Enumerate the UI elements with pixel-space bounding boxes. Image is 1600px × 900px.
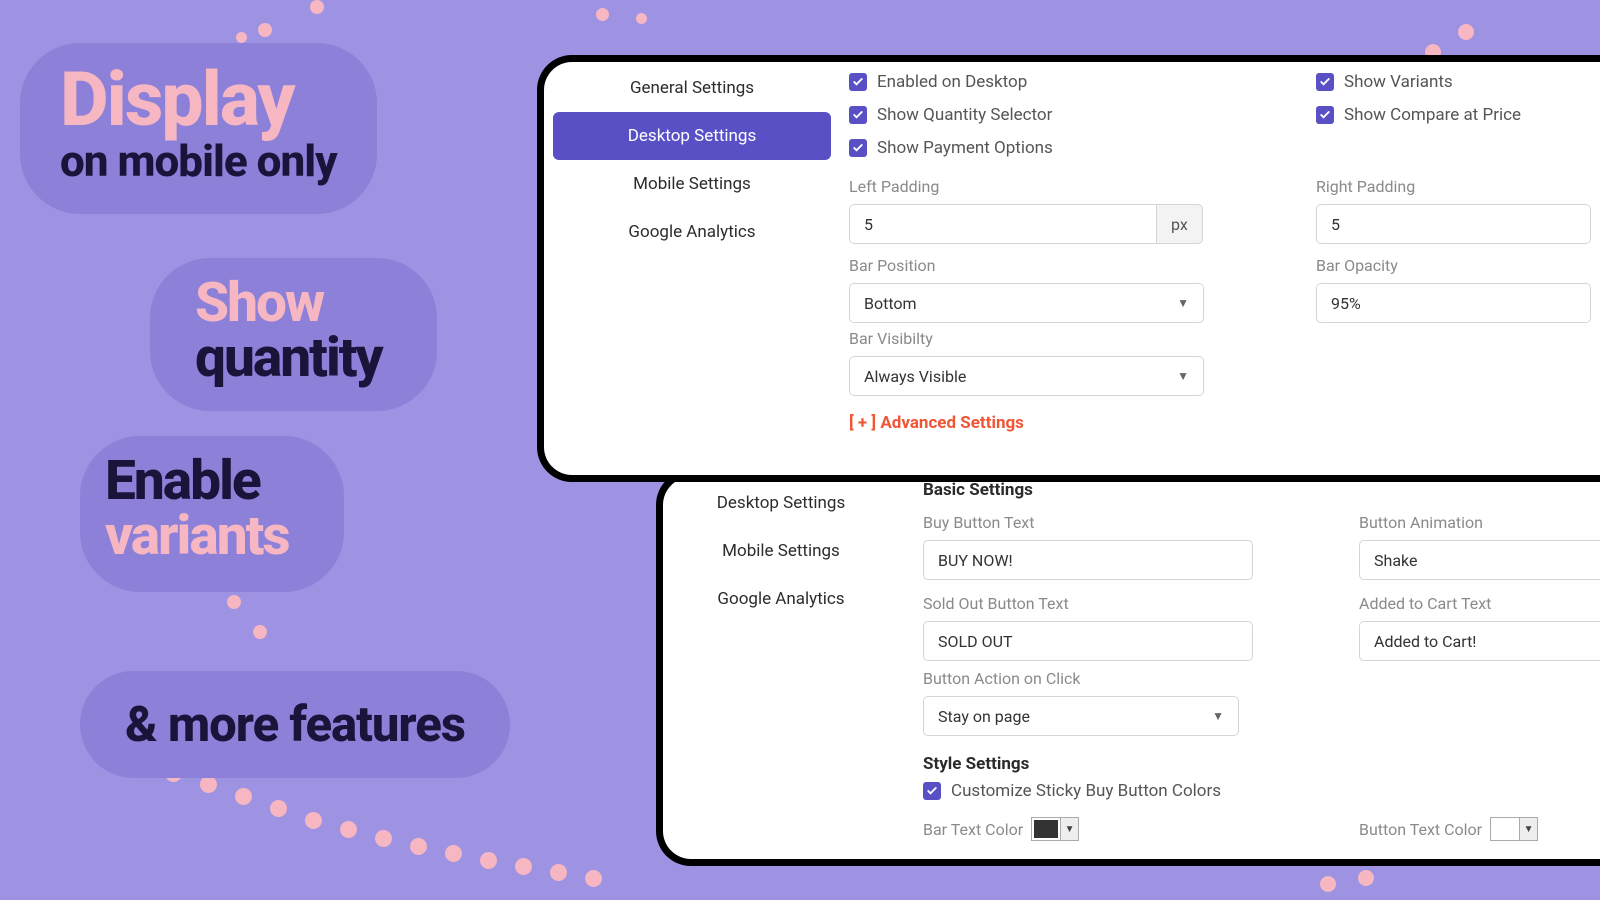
input-right-padding[interactable]: 5 bbox=[1316, 204, 1591, 244]
input-buy-button-text[interactable]: BUY NOW! bbox=[923, 540, 1253, 580]
decorative-dot bbox=[550, 864, 567, 881]
checkbox-show-payment[interactable] bbox=[849, 139, 867, 157]
nav-mobile-settings[interactable]: Mobile Settings bbox=[666, 527, 896, 575]
check-icon bbox=[852, 76, 864, 88]
label-added-to-cart-text: Added to Cart Text bbox=[1359, 594, 1600, 613]
decorative-dot bbox=[480, 852, 497, 869]
color-picker-bar-text[interactable]: ▼ bbox=[1031, 817, 1079, 841]
promo-subtitle: on mobile only bbox=[60, 138, 337, 184]
promo-show-quantity: Show quantity bbox=[150, 258, 437, 411]
input-added-to-cart-text[interactable]: Added to Cart! bbox=[1359, 621, 1600, 661]
decorative-dot bbox=[253, 625, 267, 639]
unit-label: px bbox=[1157, 204, 1203, 244]
nav-google-analytics[interactable]: Google Analytics bbox=[666, 575, 896, 623]
check-icon bbox=[926, 785, 938, 797]
check-icon bbox=[852, 142, 864, 154]
decorative-dot bbox=[585, 870, 602, 887]
select-bar-visibility[interactable]: Always Visible ▼ bbox=[849, 356, 1204, 396]
promo-text: & more features bbox=[125, 696, 465, 753]
decorative-dot bbox=[227, 595, 241, 609]
decorative-dot bbox=[305, 812, 322, 829]
promo-enable-variants: Enable variants bbox=[80, 436, 344, 592]
color-swatch bbox=[1032, 818, 1060, 840]
chevron-down-icon: ▼ bbox=[1212, 709, 1224, 723]
label-button-animation: Button Animation bbox=[1359, 513, 1600, 532]
chevron-down-icon: ▼ bbox=[1177, 369, 1189, 383]
nav-google-analytics[interactable]: Google Analytics bbox=[547, 208, 837, 256]
chevron-down-icon: ▼ bbox=[1060, 818, 1078, 840]
decorative-dot bbox=[310, 0, 324, 14]
label-bar-text-color: Bar Text Color bbox=[923, 820, 1023, 839]
input-left-padding[interactable]: 5 bbox=[849, 204, 1157, 244]
check-icon bbox=[1319, 109, 1331, 121]
promo-title: Show bbox=[195, 276, 382, 331]
decorative-dot bbox=[596, 8, 609, 21]
chevron-down-icon: ▼ bbox=[1177, 296, 1189, 310]
decorative-dot bbox=[258, 23, 272, 37]
section-title-style: Style Settings bbox=[923, 754, 1600, 774]
chevron-down-icon: ▼ bbox=[1519, 818, 1537, 840]
promo-subtitle: quantity bbox=[195, 331, 382, 386]
checkbox-label: Show Compare at Price bbox=[1344, 105, 1521, 125]
label-bar-visibility: Bar Visibilty bbox=[849, 329, 1600, 348]
decorative-dot bbox=[410, 838, 427, 855]
label-bar-position: Bar Position bbox=[849, 256, 1316, 275]
input-sold-out-text[interactable]: SOLD OUT bbox=[923, 621, 1253, 661]
decorative-dot bbox=[445, 845, 462, 862]
decorative-dot bbox=[235, 788, 252, 805]
content-area: Basic Settings Buy Button Text BUY NOW! … bbox=[923, 477, 1600, 841]
select-bar-position[interactable]: Bottom ▼ bbox=[849, 283, 1204, 323]
section-title-basic: Basic Settings bbox=[923, 480, 1600, 500]
label-left-padding: Left Padding bbox=[849, 177, 1316, 196]
decorative-dot bbox=[1458, 24, 1474, 40]
link-advanced-settings[interactable]: [ + ] Advanced Settings bbox=[849, 413, 1600, 433]
sidebar: General Settings Desktop Settings Mobile… bbox=[547, 64, 837, 256]
label-button-text-color: Button Text Color bbox=[1359, 820, 1482, 839]
decorative-dot bbox=[636, 13, 647, 24]
decorative-dot bbox=[515, 858, 532, 875]
checkbox-label: Show Payment Options bbox=[877, 138, 1053, 158]
label-right-padding: Right Padding bbox=[1316, 177, 1600, 196]
checkbox-label: Enabled on Desktop bbox=[877, 72, 1027, 92]
content-area: Enabled on Desktop Show Quantity Selecto… bbox=[849, 62, 1600, 433]
color-swatch bbox=[1491, 818, 1519, 840]
decorative-dot bbox=[1358, 870, 1374, 886]
nav-general-settings[interactable]: General Settings bbox=[547, 64, 837, 112]
sidebar: Desktop Settings Mobile Settings Google … bbox=[666, 479, 896, 623]
promo-more-features: & more features bbox=[80, 671, 510, 778]
decorative-dot bbox=[270, 800, 287, 817]
settings-panel-basic: Desktop Settings Mobile Settings Google … bbox=[656, 470, 1600, 866]
checkbox-show-quantity[interactable] bbox=[849, 106, 867, 124]
promo-title: Enable bbox=[105, 454, 289, 509]
nav-desktop-settings[interactable]: Desktop Settings bbox=[666, 479, 896, 527]
select-button-action[interactable]: Stay on page ▼ bbox=[923, 696, 1239, 736]
input-bar-opacity[interactable]: 95% bbox=[1316, 283, 1591, 323]
checkbox-label: Show Variants bbox=[1344, 72, 1453, 92]
nav-mobile-settings[interactable]: Mobile Settings bbox=[547, 160, 837, 208]
nav-desktop-settings[interactable]: Desktop Settings bbox=[553, 112, 831, 160]
label-bar-opacity: Bar Opacity bbox=[1316, 256, 1600, 275]
label-sold-out-text: Sold Out Button Text bbox=[923, 594, 1359, 613]
label-button-action: Button Action on Click bbox=[923, 669, 1600, 688]
promo-subtitle: variants bbox=[105, 509, 289, 564]
decorative-dot bbox=[236, 32, 247, 43]
checkbox-show-variants[interactable] bbox=[1316, 73, 1334, 91]
checkbox-show-compare[interactable] bbox=[1316, 106, 1334, 124]
promo-title: Display bbox=[60, 63, 337, 138]
decorative-dot bbox=[375, 830, 392, 847]
select-button-animation[interactable]: Shake bbox=[1359, 540, 1600, 580]
checkbox-label: Show Quantity Selector bbox=[877, 105, 1052, 125]
color-picker-button-text[interactable]: ▼ bbox=[1490, 817, 1538, 841]
decorative-dot bbox=[1320, 876, 1336, 892]
checkbox-enabled-desktop[interactable] bbox=[849, 73, 867, 91]
promo-display: Display on mobile only bbox=[20, 43, 377, 214]
decorative-dot bbox=[340, 821, 357, 838]
settings-panel-desktop: General Settings Desktop Settings Mobile… bbox=[537, 55, 1600, 482]
decorative-dot bbox=[200, 776, 217, 793]
checkbox-label: Customize Sticky Buy Button Colors bbox=[951, 781, 1221, 801]
check-icon bbox=[1319, 76, 1331, 88]
label-buy-button-text: Buy Button Text bbox=[923, 513, 1359, 532]
check-icon bbox=[852, 109, 864, 121]
checkbox-customize-colors[interactable] bbox=[923, 782, 941, 800]
